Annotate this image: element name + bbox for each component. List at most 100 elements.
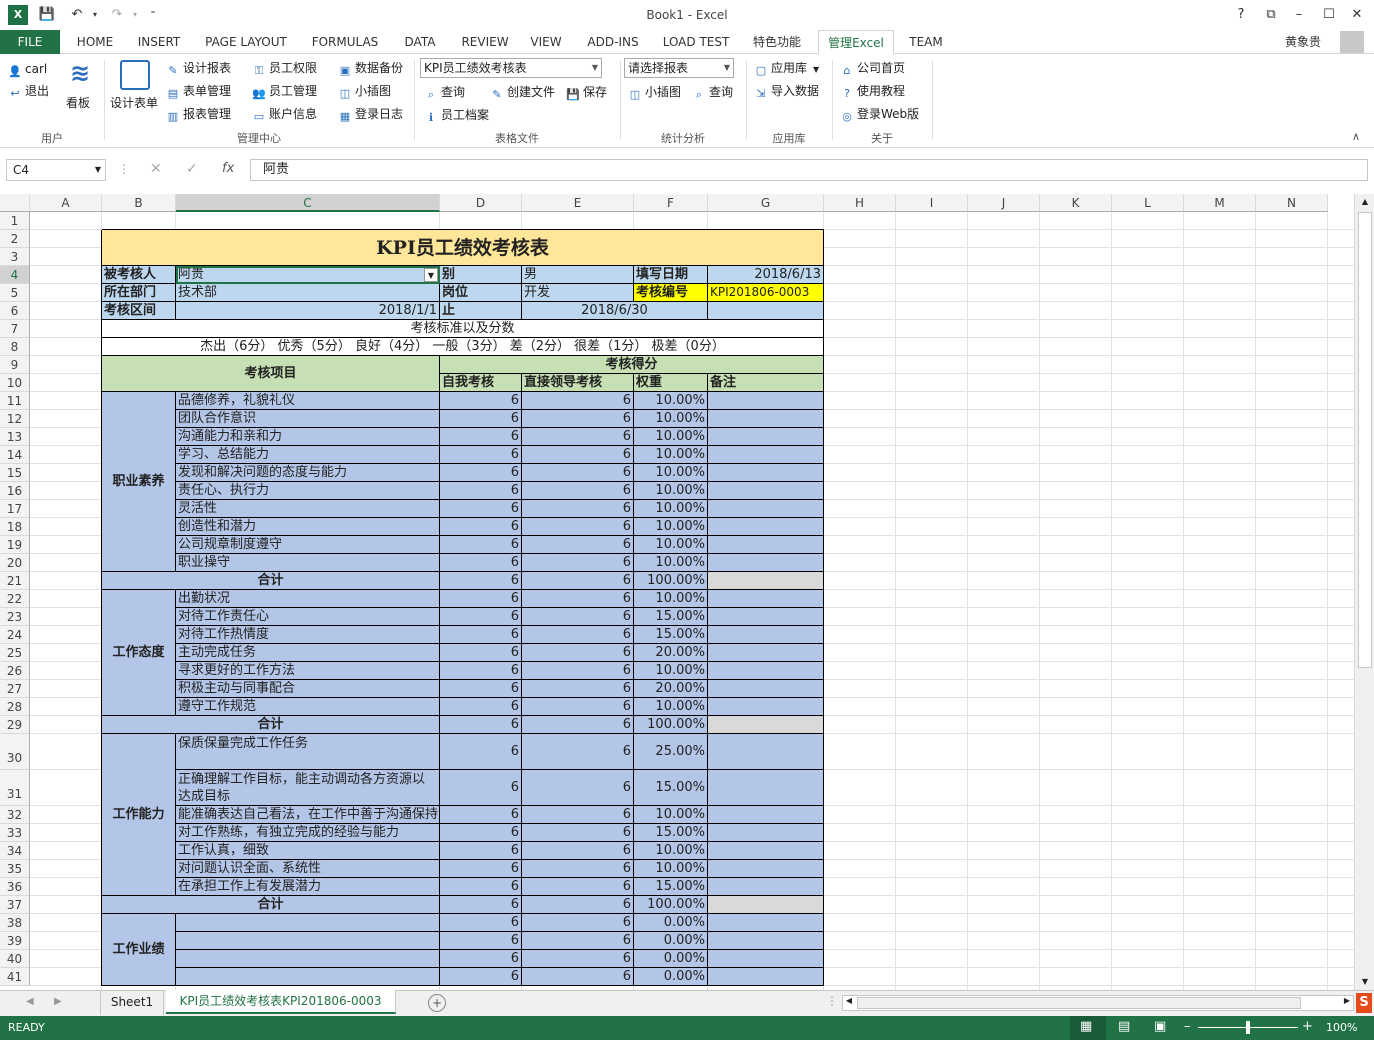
employee-files-button[interactable]: ℹ 员工档案 bbox=[424, 106, 489, 124]
row-header[interactable]: 10 bbox=[0, 374, 30, 392]
save-file-button[interactable]: 💾 保存 bbox=[566, 83, 607, 101]
leader-score[interactable]: 6 bbox=[522, 860, 634, 878]
item-name[interactable]: 公司规章制度遵守 bbox=[176, 536, 440, 554]
scroll-thumb[interactable] bbox=[1358, 212, 1372, 668]
label-code[interactable]: 考核编号 bbox=[634, 284, 708, 302]
close-icon[interactable]: ✕ bbox=[1346, 6, 1368, 24]
note-cell[interactable] bbox=[708, 608, 824, 626]
label-date[interactable]: 填写日期 bbox=[634, 266, 708, 284]
name-box[interactable]: C4 ▼ bbox=[6, 159, 106, 181]
label-period[interactable]: 考核区间 bbox=[102, 302, 176, 320]
sheet-tab-sheet1[interactable]: Sheet1 bbox=[100, 991, 164, 1015]
group-label[interactable]: 工作业绩 bbox=[102, 914, 176, 986]
leader-score[interactable]: 6 bbox=[522, 968, 634, 986]
scroll-left-icon[interactable]: ◀ bbox=[843, 996, 855, 1010]
self-score[interactable]: 6 bbox=[440, 662, 522, 680]
group-label[interactable]: 工作态度 bbox=[102, 590, 176, 716]
item-name[interactable]: 品德修养，礼貌礼仪 bbox=[176, 392, 440, 410]
tab-home[interactable]: HOME bbox=[68, 30, 122, 54]
self-score[interactable]: 6 bbox=[440, 680, 522, 698]
leader-score[interactable]: 6 bbox=[522, 950, 634, 968]
note-cell[interactable] bbox=[708, 950, 824, 968]
sheet-tab-kpi[interactable]: KPI员工绩效考核表KPI201806-0003 bbox=[166, 990, 396, 1014]
hscroll-thumb[interactable] bbox=[857, 997, 1301, 1009]
item-name[interactable] bbox=[176, 914, 440, 932]
note-cell[interactable] bbox=[708, 932, 824, 950]
row-header[interactable]: 34 bbox=[0, 842, 30, 860]
leader-score[interactable]: 6 bbox=[522, 698, 634, 716]
total-note[interactable] bbox=[708, 572, 824, 590]
rss-board-icon[interactable]: ≋ bbox=[64, 60, 96, 86]
item-name[interactable]: 沟通能力和亲和力 bbox=[176, 428, 440, 446]
weight-value[interactable]: 10.00% bbox=[634, 464, 708, 482]
total-label[interactable]: 合计 bbox=[102, 716, 440, 734]
design-form-button[interactable]: 设计表单 bbox=[110, 94, 158, 112]
row-header[interactable]: 40 bbox=[0, 950, 30, 968]
row-header[interactable]: 23 bbox=[0, 608, 30, 626]
weight-value[interactable]: 10.00% bbox=[634, 842, 708, 860]
insert-function-icon[interactable]: fx bbox=[222, 161, 234, 176]
row-header[interactable]: 16 bbox=[0, 482, 30, 500]
item-name[interactable]: 职业操守 bbox=[176, 554, 440, 572]
tab-insert[interactable]: INSERT bbox=[130, 30, 188, 54]
total-self[interactable]: 6 bbox=[440, 716, 522, 734]
appraisee-name-cell[interactable]: 阿贵 bbox=[176, 266, 440, 284]
board-button[interactable]: 看板 bbox=[66, 94, 90, 112]
tab-special[interactable]: 特色功能 bbox=[744, 30, 810, 54]
account-info-button[interactable]: ▭ 账户信息 bbox=[252, 105, 317, 123]
dept-cell[interactable]: 技术部 bbox=[176, 284, 440, 302]
note-cell[interactable] bbox=[708, 464, 824, 482]
self-score[interactable]: 6 bbox=[440, 410, 522, 428]
item-name[interactable] bbox=[176, 950, 440, 968]
note-cell[interactable] bbox=[708, 806, 824, 824]
leader-score[interactable]: 6 bbox=[522, 446, 634, 464]
worksheet-grid[interactable]: A B C D E F G H I J K L M N 1 2 3 4 5 6 7 8 9 10 11 12 13 14 15 16 17 1… bbox=[0, 194, 1354, 990]
self-score[interactable]: 6 bbox=[440, 500, 522, 518]
self-score[interactable]: 6 bbox=[440, 590, 522, 608]
weight-value[interactable]: 0.00% bbox=[634, 914, 708, 932]
scroll-right-icon[interactable]: ▶ bbox=[1341, 996, 1353, 1010]
leader-score[interactable]: 6 bbox=[522, 824, 634, 842]
vertical-scrollbar[interactable]: ▲ ▼ bbox=[1354, 194, 1374, 990]
leader-score[interactable]: 6 bbox=[522, 464, 634, 482]
employee-permissions-button[interactable]: ⚿ 员工权限 bbox=[252, 59, 317, 77]
tab-manage-excel[interactable]: 管理Excel bbox=[818, 30, 894, 55]
maximize-icon[interactable]: ☐ bbox=[1318, 6, 1340, 24]
minimize-icon[interactable]: – bbox=[1288, 6, 1310, 24]
row-header[interactable]: 15 bbox=[0, 464, 30, 482]
tab-page-layout[interactable]: PAGE LAYOUT bbox=[198, 30, 294, 54]
item-name[interactable]: 创造性和潜力 bbox=[176, 518, 440, 536]
self-score[interactable]: 6 bbox=[440, 932, 522, 950]
sheet-title[interactable]: KPI员工绩效考核表 bbox=[102, 230, 824, 266]
app-store-button[interactable]: ▢ 应用库 ▼ bbox=[754, 59, 819, 77]
code-cell[interactable]: KPI201806-0003 bbox=[708, 284, 824, 302]
prev-sheet-icon[interactable]: ◀ bbox=[26, 996, 34, 1007]
self-score[interactable]: 6 bbox=[440, 842, 522, 860]
item-name[interactable]: 正确理解工作目标，能主动调动各方资源以达成目标 bbox=[176, 770, 440, 806]
create-file-button[interactable]: ✎ 创建文件 bbox=[490, 83, 555, 101]
note-cell[interactable] bbox=[708, 626, 824, 644]
row-header[interactable]: 1 bbox=[0, 212, 30, 230]
row-header[interactable]: 21 bbox=[0, 572, 30, 590]
group-label[interactable]: 工作能力 bbox=[102, 734, 176, 896]
item-name[interactable]: 保质保量完成工作任务 bbox=[176, 734, 440, 770]
total-leader[interactable]: 6 bbox=[522, 572, 634, 590]
weight-value[interactable]: 10.00% bbox=[634, 482, 708, 500]
leader-score[interactable]: 6 bbox=[522, 428, 634, 446]
leader-score[interactable]: 6 bbox=[522, 770, 634, 806]
weight-value[interactable]: 15.00% bbox=[634, 608, 708, 626]
item-name[interactable]: 出勤状况 bbox=[176, 590, 440, 608]
note-cell[interactable] bbox=[708, 770, 824, 806]
formula-input[interactable]: 阿贵 bbox=[250, 159, 1368, 181]
weight-value[interactable]: 10.00% bbox=[634, 662, 708, 680]
leader-score[interactable]: 6 bbox=[522, 662, 634, 680]
leader-score[interactable]: 6 bbox=[522, 644, 634, 662]
add-sheet-icon[interactable]: + bbox=[428, 994, 446, 1012]
self-score[interactable]: 6 bbox=[440, 464, 522, 482]
column-header[interactable]: F bbox=[634, 194, 708, 212]
note-cell[interactable] bbox=[708, 446, 824, 464]
self-score[interactable]: 6 bbox=[440, 608, 522, 626]
self-score[interactable]: 6 bbox=[440, 824, 522, 842]
column-header[interactable]: H bbox=[824, 194, 896, 212]
item-name[interactable]: 责任心、执行力 bbox=[176, 482, 440, 500]
